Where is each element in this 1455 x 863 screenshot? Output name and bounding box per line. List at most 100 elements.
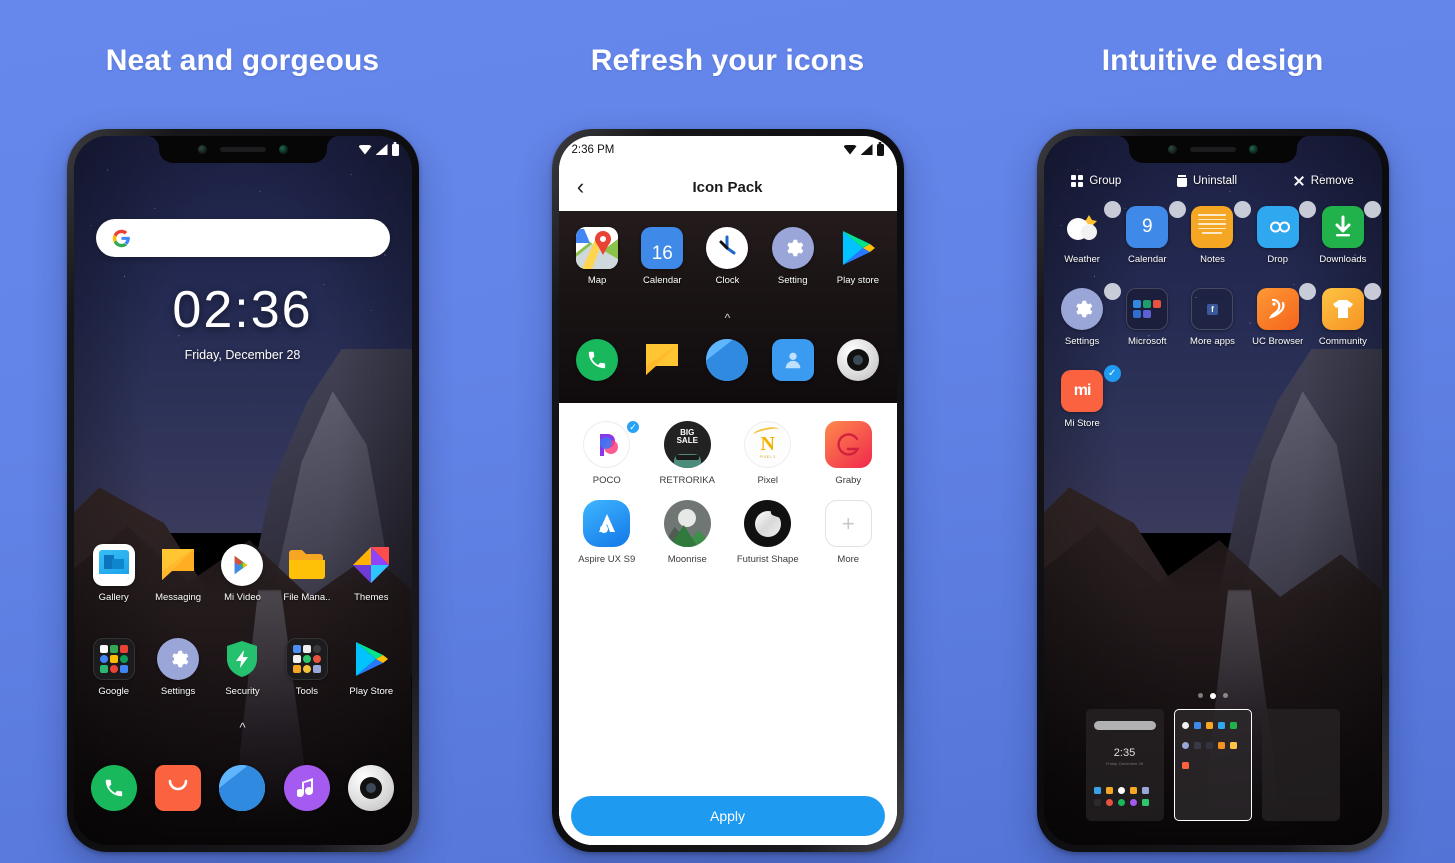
app-uc-browser[interactable]: UC Browser — [1245, 283, 1317, 347]
icon-pack-graby[interactable]: Graby — [808, 421, 889, 486]
home-apps-row-1: Gallery Messaging Mi Video File Mana.. T… — [82, 544, 404, 603]
moonrise-icon — [663, 500, 711, 547]
dock-music[interactable] — [275, 765, 339, 811]
google-folder-icon — [92, 638, 135, 680]
page-dot[interactable] — [1197, 693, 1203, 698]
app-messaging[interactable]: Messaging — [146, 544, 210, 603]
app-community[interactable]: Community — [1310, 283, 1382, 347]
app-file-manager[interactable]: File Mana.. — [275, 544, 339, 603]
app-mi-video[interactable]: Mi Video — [210, 544, 274, 603]
clock-icon — [706, 227, 749, 269]
app-drop[interactable]: Drop — [1245, 201, 1317, 265]
tools-folder-icon — [285, 638, 328, 680]
dock-phone[interactable] — [82, 765, 146, 811]
empty-page-thumb[interactable] — [1261, 709, 1340, 821]
uninstall-label: Uninstall — [1193, 175, 1238, 187]
preview-app-clock: Clock — [695, 227, 760, 286]
app-google-folder[interactable]: Google — [82, 638, 146, 697]
app-label: Calendar — [643, 275, 682, 286]
pixel-icon: N PIXEL 2 — [744, 421, 792, 468]
group-button[interactable]: Group — [1071, 175, 1121, 187]
dock-camera[interactable] — [339, 765, 403, 811]
app-security[interactable]: Security — [210, 638, 274, 697]
retrorika-icon: BIG SALE — [663, 421, 711, 468]
phone-mockup-3: Group Uninstall Remove Weather 9 Calenda… — [1036, 129, 1389, 852]
icon-pack-label: More — [837, 554, 860, 565]
app-settings[interactable]: Settings — [1050, 283, 1121, 347]
app-notes[interactable]: Notes — [1180, 201, 1252, 265]
phone-mockup-2: 2:36 PM ‹ Icon Pack Map 16 Calendar Cloc… — [551, 129, 904, 852]
app-themes[interactable]: Themes — [339, 544, 403, 603]
homescreen-thumb[interactable] — [1173, 709, 1252, 821]
graby-icon — [824, 421, 872, 468]
dock-mi-store[interactable] — [146, 765, 210, 811]
uninstall-button[interactable]: Uninstall — [1177, 175, 1237, 187]
phone-mockup-1: 02:36 Friday, December 28 Gallery Messag… — [66, 129, 419, 852]
select-badge[interactable] — [1299, 283, 1317, 300]
preview-dock-messaging — [630, 339, 695, 381]
google-g-icon — [112, 229, 131, 248]
app-gallery[interactable]: Gallery — [82, 544, 146, 603]
thumb-date: Friday, December 28 — [1105, 761, 1144, 766]
preview-app-setting: Setting — [760, 227, 825, 286]
select-badge[interactable] — [1364, 201, 1382, 218]
icon-preview-strip: Map 16 Calendar Clock Setting Play store… — [558, 211, 897, 403]
icon-pack-futurist-shape[interactable]: Futurist Shape — [728, 500, 809, 565]
browser-icon — [219, 765, 266, 811]
icon-pack-retrorika[interactable]: BIG SALE RETRORIKA — [647, 421, 728, 486]
app-calendar[interactable]: 9 Calendar — [1115, 201, 1186, 265]
preview-dock-camera — [825, 339, 890, 381]
page-dot-active[interactable] — [1209, 693, 1216, 699]
app-settings[interactable]: Settings — [146, 638, 210, 697]
poco-icon — [583, 421, 631, 468]
wifi-icon — [843, 144, 857, 155]
icon-pack-aspire-ux-s9[interactable]: Aspire UX S9 — [567, 500, 648, 565]
dock-browser[interactable] — [210, 765, 274, 811]
select-badge[interactable] — [1299, 201, 1317, 218]
app-microsoft-folder[interactable]: Microsoft — [1115, 288, 1180, 347]
more-apps-folder-icon: f — [1191, 288, 1234, 330]
page-thumbnails: 2:35 Friday, December 28 — [1044, 709, 1382, 821]
app-label: Microsoft — [1128, 336, 1167, 347]
google-search-bar[interactable] — [95, 219, 390, 257]
icon-pack-more[interactable]: + More — [808, 500, 889, 565]
app-drawer-chevron-up-icon[interactable]: ^ — [74, 721, 412, 734]
browser-icon — [706, 339, 749, 381]
phone2-app-bar: ‹ Icon Pack — [558, 163, 897, 211]
app-downloads[interactable]: Downloads — [1310, 201, 1382, 265]
select-badge[interactable] — [1234, 201, 1252, 218]
app-label: Drop — [1267, 254, 1288, 265]
downloads-icon — [1321, 206, 1364, 248]
app-weather[interactable]: Weather — [1050, 201, 1121, 265]
select-badge[interactable] — [1364, 283, 1382, 300]
icon-pack-moonrise[interactable]: Moonrise — [647, 500, 728, 565]
preview-dock-phone — [565, 339, 630, 381]
icon-pack-poco[interactable]: ✓ POCO — [567, 419, 648, 486]
app-mi-store[interactable]: mi ✓ Mi Store — [1050, 365, 1121, 429]
file-manager-icon — [286, 544, 328, 586]
icon-pack-pixel[interactable]: N PIXEL 2 Pixel — [728, 421, 809, 486]
app-more-apps-folder[interactable]: f More apps — [1180, 288, 1245, 347]
earpiece-speaker — [1189, 147, 1236, 152]
app-tools-folder[interactable]: Tools — [275, 638, 339, 697]
app-label: Settings — [160, 686, 196, 697]
remove-button[interactable]: Remove — [1293, 175, 1354, 187]
preview-dock-contacts — [760, 339, 825, 381]
search-input[interactable] — [130, 231, 374, 245]
phone1-dock — [82, 765, 404, 811]
apply-button[interactable]: Apply — [570, 796, 885, 836]
icon-pack-label: Graby — [835, 475, 862, 486]
preview-row-1: Map 16 Calendar Clock Setting Play store — [565, 227, 891, 286]
selected-check-icon[interactable]: ✓ — [1103, 365, 1121, 382]
app-label: Mi Video — [224, 592, 261, 603]
app-label: Tools — [295, 686, 318, 697]
app-label: Themes — [354, 592, 389, 603]
icon-pack-label: POCO — [592, 475, 621, 486]
app-play-store[interactable]: Play Store — [339, 638, 403, 697]
lockscreen-thumb[interactable]: 2:35 Friday, December 28 — [1085, 709, 1164, 821]
group-label: Group — [1089, 175, 1122, 187]
preview-app-map: Map — [565, 227, 630, 286]
page-dot[interactable] — [1222, 693, 1228, 698]
icon-pack-list: ✓ POCO BIG SALE RETRORIKA N PIXEL 2 Pixe… — [558, 403, 897, 845]
calendar-day: 16 — [651, 243, 673, 264]
